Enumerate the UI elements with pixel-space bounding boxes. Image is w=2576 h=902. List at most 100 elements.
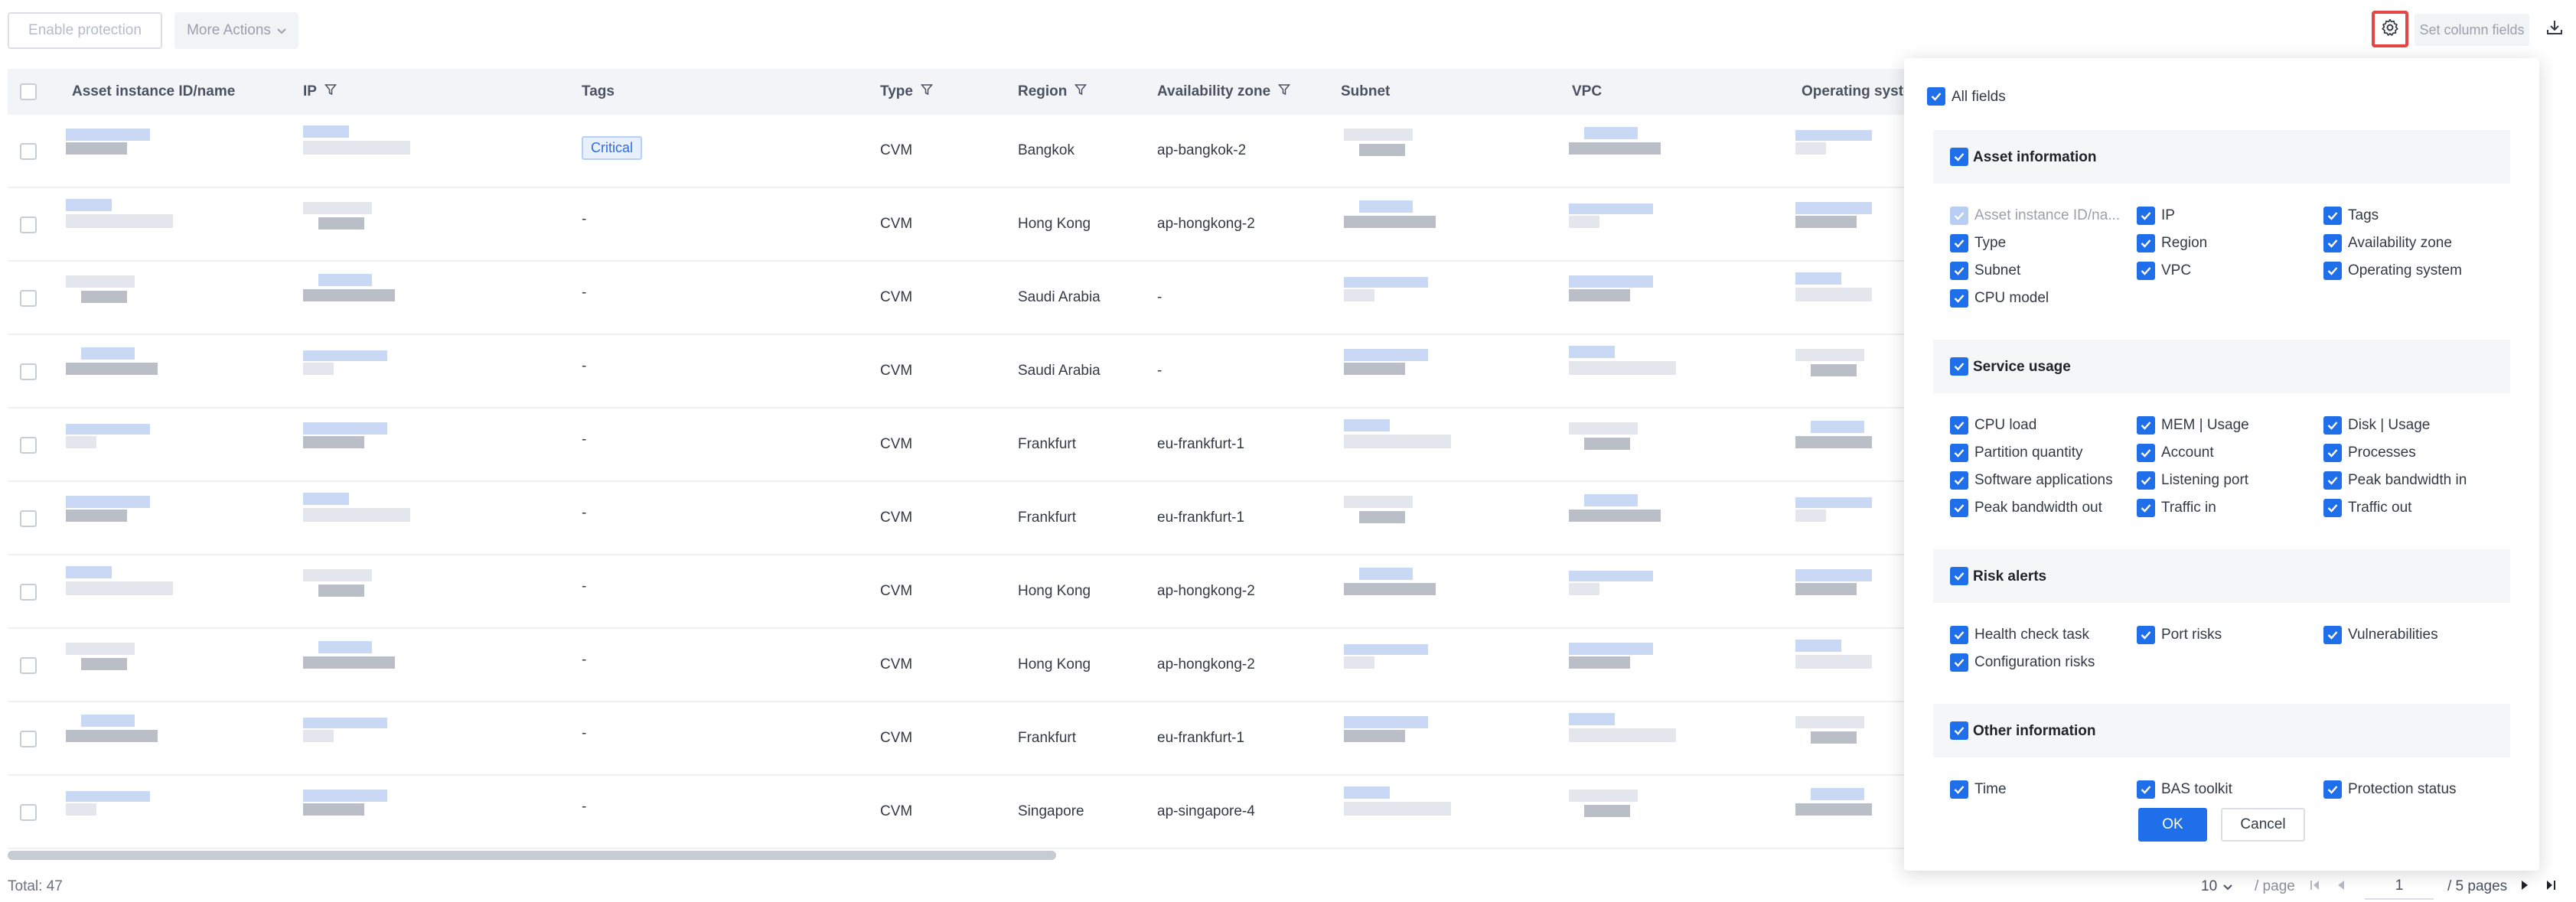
field-checkbox[interactable]	[2137, 499, 2155, 517]
last-page-icon	[2545, 878, 2556, 895]
field-checkbox[interactable]	[1950, 626, 1968, 644]
filter-icon[interactable]	[324, 83, 337, 100]
section-title: Risk alerts	[1973, 568, 2047, 585]
scrollbar-thumb[interactable]	[8, 851, 1056, 860]
horizontal-scrollbar[interactable]	[8, 851, 1056, 860]
field-checkbox[interactable]	[1950, 499, 1968, 517]
redacted-vpc	[1569, 790, 1638, 802]
table-row[interactable]: Critical CVM Bangkok ap-bangkok-2	[8, 115, 1906, 188]
section-checkbox[interactable]	[1950, 567, 1968, 585]
field-checkbox[interactable]	[2323, 444, 2342, 462]
field-checkbox[interactable]	[2137, 234, 2155, 252]
column-settings-button[interactable]	[2372, 11, 2408, 47]
field-checkbox[interactable]	[2137, 780, 2155, 799]
column-header: Availability zone	[1157, 69, 1291, 115]
filter-icon[interactable]	[920, 83, 934, 100]
redacted-os	[1795, 583, 1857, 595]
redacted-ip	[318, 217, 364, 230]
field-checkbox[interactable]	[1950, 780, 1968, 799]
field-checkbox[interactable]	[2137, 262, 2155, 280]
column-header-label: Type	[880, 83, 913, 99]
redacted-os	[1811, 364, 1857, 376]
field-checkbox[interactable]	[2323, 499, 2342, 517]
field-checkbox[interactable]	[1950, 234, 1968, 252]
field-checkbox[interactable]	[1950, 444, 1968, 462]
row-checkbox[interactable]	[20, 657, 37, 674]
all-fields-checkbox[interactable]	[1927, 87, 1945, 106]
field-checkbox[interactable]	[1950, 416, 1968, 435]
redacted-os	[1795, 216, 1857, 228]
select-all-checkbox[interactable]	[20, 83, 37, 100]
redacted-os	[1795, 569, 1872, 581]
field-checkbox[interactable]	[2137, 626, 2155, 644]
type-cell: CVM	[880, 363, 913, 379]
row-checkbox[interactable]	[20, 290, 37, 307]
row-checkbox[interactable]	[20, 363, 37, 380]
type-cell: CVM	[880, 656, 913, 672]
redacted-ip	[318, 585, 364, 597]
field-checkbox[interactable]	[2323, 207, 2342, 225]
row-checkbox[interactable]	[20, 143, 37, 160]
table-row[interactable]: - CVM Frankfurt eu-frankfurt-1	[8, 482, 1906, 555]
field-checkbox[interactable]	[2323, 471, 2342, 490]
set-column-fields-button[interactable]: Set column fields	[2415, 14, 2529, 46]
field-checkbox[interactable]	[2137, 471, 2155, 490]
table-row[interactable]: - CVM Hong Kong ap-hongkong-2	[8, 188, 1906, 262]
availability-zone-cell: eu-frankfurt-1	[1157, 510, 1245, 526]
row-checkbox[interactable]	[20, 437, 37, 454]
redacted-asset-id	[81, 658, 127, 670]
table-row[interactable]: - CVM Hong Kong ap-hongkong-2	[8, 555, 1906, 629]
field-checkbox[interactable]	[2323, 262, 2342, 280]
next-page-icon	[2519, 878, 2530, 895]
table-row[interactable]: - CVM Saudi Arabia -	[8, 262, 1906, 335]
ok-button[interactable]: OK	[2138, 808, 2207, 842]
field-label: Peak bandwidth in	[2348, 472, 2467, 488]
field-checkbox[interactable]	[1950, 289, 1968, 308]
field-checkbox[interactable]	[2323, 234, 2342, 252]
row-checkbox[interactable]	[20, 217, 37, 233]
section-checkbox[interactable]	[1950, 721, 1968, 740]
row-checkbox[interactable]	[20, 804, 37, 821]
redacted-ip	[318, 641, 372, 653]
row-checkbox[interactable]	[20, 584, 37, 601]
field-checkbox[interactable]	[2137, 207, 2155, 225]
section-checkbox[interactable]	[1950, 357, 1968, 376]
column-header-label: Availability zone	[1157, 83, 1271, 99]
field-checkbox[interactable]	[2323, 416, 2342, 435]
page-size-select[interactable]: 10	[2201, 874, 2232, 900]
redacted-ip	[303, 289, 395, 301]
first-page-button[interactable]	[2310, 874, 2320, 900]
field-checkbox[interactable]	[2323, 780, 2342, 799]
prev-page-button[interactable]	[2336, 874, 2346, 900]
table-row[interactable]: - CVM Frankfurt eu-frankfurt-1	[8, 409, 1906, 482]
table-row[interactable]: - CVM Saudi Arabia -	[8, 335, 1906, 409]
enable-protection-button[interactable]: Enable protection	[8, 12, 162, 49]
page-number-input[interactable]: 1	[2365, 874, 2434, 900]
field-checkbox[interactable]	[2323, 626, 2342, 644]
row-checkbox[interactable]	[20, 510, 37, 527]
row-checkbox[interactable]	[20, 731, 37, 747]
filter-icon[interactable]	[1074, 83, 1087, 100]
last-page-button[interactable]	[2545, 874, 2556, 900]
region-cell: Saudi Arabia	[1018, 363, 1101, 379]
cancel-button[interactable]: Cancel	[2221, 808, 2305, 842]
filter-icon[interactable]	[1278, 83, 1291, 100]
tags-cell: -	[582, 725, 587, 741]
redacted-os	[1811, 421, 1864, 433]
next-page-button[interactable]	[2519, 874, 2530, 900]
table-row[interactable]: - CVM Singapore ap-singapore-4	[8, 776, 1906, 849]
table-row[interactable]: - CVM Frankfurt eu-frankfurt-1	[8, 702, 1906, 776]
download-button[interactable]	[2541, 15, 2568, 43]
field-checkbox[interactable]	[1950, 471, 1968, 490]
field-checkbox[interactable]	[2137, 416, 2155, 435]
availability-zone-cell: ap-bangkok-2	[1157, 142, 1247, 158]
table-row[interactable]: - CVM Hong Kong ap-hongkong-2	[8, 629, 1906, 702]
more-actions-button[interactable]: More Actions	[174, 12, 298, 49]
section-checkbox[interactable]	[1950, 148, 1968, 166]
field-checkbox[interactable]	[1950, 653, 1968, 672]
field-checkbox[interactable]	[1950, 262, 1968, 280]
redacted-os	[1795, 655, 1872, 669]
field-checkbox[interactable]	[2137, 444, 2155, 462]
redacted-vpc	[1569, 643, 1653, 655]
redacted-ip	[303, 803, 364, 816]
